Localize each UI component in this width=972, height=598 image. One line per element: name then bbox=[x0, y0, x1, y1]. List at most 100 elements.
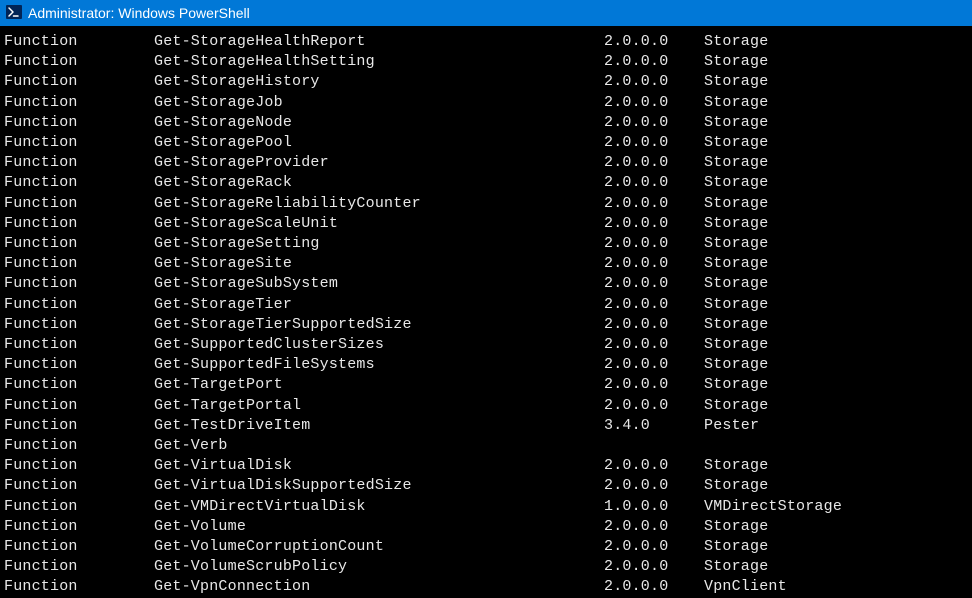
command-name: Get-Volume bbox=[154, 517, 604, 537]
output-row: FunctionGet-Volume2.0.0.0Storage bbox=[4, 517, 972, 537]
output-row: FunctionGet-VirtualDiskSupportedSize2.0.… bbox=[4, 476, 972, 496]
command-version: 2.0.0.0 bbox=[604, 72, 704, 92]
command-version: 2.0.0.0 bbox=[604, 456, 704, 476]
command-name: Get-StorageHealthReport bbox=[154, 32, 604, 52]
command-version: 2.0.0.0 bbox=[604, 396, 704, 416]
output-row: FunctionGet-StorageSetting2.0.0.0Storage bbox=[4, 234, 972, 254]
command-source: VpnClient bbox=[704, 577, 787, 597]
command-name: Get-StorageSubSystem bbox=[154, 274, 604, 294]
command-version: 2.0.0.0 bbox=[604, 93, 704, 113]
command-version: 2.0.0.0 bbox=[604, 557, 704, 577]
command-version: 2.0.0.0 bbox=[604, 274, 704, 294]
output-row: FunctionGet-StoragePool2.0.0.0Storage bbox=[4, 133, 972, 153]
command-type: Function bbox=[4, 214, 154, 234]
command-version: 3.4.0 bbox=[604, 416, 704, 436]
command-name: Get-StorageJob bbox=[154, 93, 604, 113]
output-row: FunctionGet-StorageSite2.0.0.0Storage bbox=[4, 254, 972, 274]
command-version: 2.0.0.0 bbox=[604, 517, 704, 537]
command-type: Function bbox=[4, 335, 154, 355]
command-type: Function bbox=[4, 234, 154, 254]
command-source: Storage bbox=[704, 315, 768, 335]
command-name: Get-TargetPort bbox=[154, 375, 604, 395]
command-name: Get-TargetPortal bbox=[154, 396, 604, 416]
output-row: FunctionGet-Verb bbox=[4, 436, 972, 456]
command-type: Function bbox=[4, 315, 154, 335]
command-version: 2.0.0.0 bbox=[604, 113, 704, 133]
output-row: FunctionGet-SupportedFileSystems2.0.0.0S… bbox=[4, 355, 972, 375]
command-version: 2.0.0.0 bbox=[604, 577, 704, 597]
command-type: Function bbox=[4, 537, 154, 557]
command-version: 2.0.0.0 bbox=[604, 476, 704, 496]
command-name: Get-StoragePool bbox=[154, 133, 604, 153]
output-row: FunctionGet-SupportedClusterSizes2.0.0.0… bbox=[4, 335, 972, 355]
command-source: Storage bbox=[704, 93, 768, 113]
output-row: FunctionGet-StorageHealthReport2.0.0.0St… bbox=[4, 32, 972, 52]
command-source: Storage bbox=[704, 194, 768, 214]
command-name: Get-VolumeCorruptionCount bbox=[154, 537, 604, 557]
command-name: Get-StorageScaleUnit bbox=[154, 214, 604, 234]
command-type: Function bbox=[4, 497, 154, 517]
command-type: Function bbox=[4, 153, 154, 173]
command-version: 1.0.0.0 bbox=[604, 497, 704, 517]
command-source: Pester bbox=[704, 416, 759, 436]
command-source: Storage bbox=[704, 456, 768, 476]
command-source: Storage bbox=[704, 396, 768, 416]
command-version: 2.0.0.0 bbox=[604, 194, 704, 214]
window-title: Administrator: Windows PowerShell bbox=[28, 5, 250, 21]
output-row: FunctionGet-TestDriveItem3.4.0Pester bbox=[4, 416, 972, 436]
command-version: 2.0.0.0 bbox=[604, 295, 704, 315]
command-version: 2.0.0.0 bbox=[604, 537, 704, 557]
output-row: FunctionGet-VMDirectVirtualDisk1.0.0.0VM… bbox=[4, 497, 972, 517]
command-name: Get-VMDirectVirtualDisk bbox=[154, 497, 604, 517]
command-name: Get-SupportedFileSystems bbox=[154, 355, 604, 375]
output-row: FunctionGet-TargetPortal2.0.0.0Storage bbox=[4, 396, 972, 416]
command-type: Function bbox=[4, 517, 154, 537]
command-version: 2.0.0.0 bbox=[604, 335, 704, 355]
output-row: FunctionGet-VpnConnection2.0.0.0VpnClien… bbox=[4, 577, 972, 597]
command-name: Get-StorageHealthSetting bbox=[154, 52, 604, 72]
command-source: Storage bbox=[704, 72, 768, 92]
command-type: Function bbox=[4, 194, 154, 214]
command-version: 2.0.0.0 bbox=[604, 375, 704, 395]
command-source: Storage bbox=[704, 557, 768, 577]
command-name: Get-StorageNode bbox=[154, 113, 604, 133]
command-name: Get-StorageRack bbox=[154, 173, 604, 193]
command-name: Get-VolumeScrubPolicy bbox=[154, 557, 604, 577]
command-type: Function bbox=[4, 32, 154, 52]
window-titlebar[interactable]: Administrator: Windows PowerShell bbox=[0, 0, 972, 26]
command-type: Function bbox=[4, 72, 154, 92]
command-source: Storage bbox=[704, 133, 768, 153]
command-version: 2.0.0.0 bbox=[604, 355, 704, 375]
command-source: Storage bbox=[704, 295, 768, 315]
command-source: VMDirectStorage bbox=[704, 497, 842, 517]
output-row: FunctionGet-StorageTierSupportedSize2.0.… bbox=[4, 315, 972, 335]
output-row: FunctionGet-VolumeCorruptionCount2.0.0.0… bbox=[4, 537, 972, 557]
command-version: 2.0.0.0 bbox=[604, 214, 704, 234]
command-name: Get-StorageTier bbox=[154, 295, 604, 315]
console-output[interactable]: FunctionGet-StorageHealthReport2.0.0.0St… bbox=[0, 26, 972, 598]
command-type: Function bbox=[4, 113, 154, 133]
command-name: Get-VirtualDisk bbox=[154, 456, 604, 476]
command-version: 2.0.0.0 bbox=[604, 254, 704, 274]
command-source: Storage bbox=[704, 537, 768, 557]
output-row: FunctionGet-TargetPort2.0.0.0Storage bbox=[4, 375, 972, 395]
command-type: Function bbox=[4, 375, 154, 395]
output-row: FunctionGet-StorageProvider2.0.0.0Storag… bbox=[4, 153, 972, 173]
command-name: Get-StorageHistory bbox=[154, 72, 604, 92]
command-type: Function bbox=[4, 577, 154, 597]
command-version: 2.0.0.0 bbox=[604, 133, 704, 153]
command-type: Function bbox=[4, 436, 154, 456]
command-name: Get-StorageProvider bbox=[154, 153, 604, 173]
command-source: Storage bbox=[704, 355, 768, 375]
command-type: Function bbox=[4, 416, 154, 436]
command-version: 2.0.0.0 bbox=[604, 173, 704, 193]
command-source: Storage bbox=[704, 476, 768, 496]
command-type: Function bbox=[4, 295, 154, 315]
command-type: Function bbox=[4, 396, 154, 416]
command-source: Storage bbox=[704, 214, 768, 234]
command-version: 2.0.0.0 bbox=[604, 234, 704, 254]
output-row: FunctionGet-StorageHistory2.0.0.0Storage bbox=[4, 72, 972, 92]
output-row: FunctionGet-StorageNode2.0.0.0Storage bbox=[4, 113, 972, 133]
output-row: FunctionGet-StorageHealthSetting2.0.0.0S… bbox=[4, 52, 972, 72]
command-name: Get-StorageSite bbox=[154, 254, 604, 274]
